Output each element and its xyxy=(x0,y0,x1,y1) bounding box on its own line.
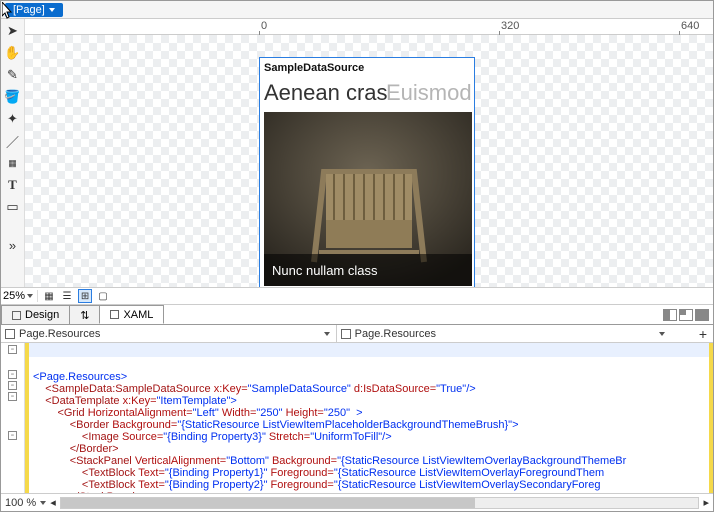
path-left-label: Page.Resources xyxy=(19,328,100,340)
hand-tool-icon[interactable]: ✋ xyxy=(5,45,21,61)
toolbox: ➤ ✋ ✎ 🪣 ✦ ／ ▦ T ▭ » xyxy=(1,19,25,287)
xaml-icon xyxy=(110,310,119,319)
fold-toggle[interactable]: - xyxy=(8,345,17,354)
element-icon xyxy=(5,329,15,339)
card-title-2: Euismod xyxy=(386,80,472,106)
path-right-label: Page.Resources xyxy=(355,328,436,340)
horizontal-scrollbar[interactable] xyxy=(60,497,700,509)
zoom-dropdown[interactable]: 25% xyxy=(3,290,38,302)
fold-toggle[interactable]: - xyxy=(8,381,17,390)
code-editor[interactable]: - - - - - <Page.Resources> <SampleData:S… xyxy=(1,343,713,493)
layout-split-h-icon[interactable] xyxy=(679,309,693,321)
page-chip-label: [Page] xyxy=(13,4,45,16)
grid-tool-icon[interactable]: ▦ xyxy=(5,155,21,171)
status-caret-left-icon[interactable]: ◂ xyxy=(50,496,56,509)
change-marker xyxy=(709,343,713,493)
chevron-down-icon xyxy=(49,8,55,12)
status-caret-right-icon[interactable]: ▸ xyxy=(703,496,709,509)
expand-toolbox-icon[interactable]: » xyxy=(5,237,21,253)
swap-panes-button[interactable]: ⇅ xyxy=(69,305,100,324)
path-right-dropdown[interactable]: Page.Resources xyxy=(337,328,672,340)
tab-design-label: Design xyxy=(25,309,59,321)
design-canvas[interactable]: 0 320 640 SampleDataSource Aenean cras E… xyxy=(25,19,713,287)
pane-layout-buttons xyxy=(663,305,713,324)
view-other-icon[interactable]: ▢ xyxy=(96,289,110,303)
layout-full-icon[interactable] xyxy=(695,309,709,321)
text-tool-icon[interactable]: T xyxy=(5,177,21,193)
bucket-tool-icon[interactable]: 🪣 xyxy=(5,89,21,105)
code-text[interactable]: <Page.Resources> <SampleData:SampleDataS… xyxy=(29,343,709,493)
pointer-tool-icon[interactable]: ➤ xyxy=(5,23,21,39)
card-overlay-text: Nunc nullam class xyxy=(264,254,472,286)
element-icon xyxy=(341,329,351,339)
view-tabs: Design ⇅ XAML xyxy=(1,305,713,325)
selected-element[interactable]: SampleDataSource Aenean cras Euismod Nun… xyxy=(259,57,475,287)
design-icon xyxy=(12,311,21,320)
fold-toggle[interactable]: - xyxy=(8,431,17,440)
zoom-value: 25% xyxy=(3,290,25,302)
add-button[interactable]: + xyxy=(695,326,711,342)
tab-xaml-label: XAML xyxy=(123,309,153,321)
path-left-dropdown[interactable]: Page.Resources xyxy=(1,328,336,340)
scrollbar-thumb[interactable] xyxy=(61,498,476,508)
brush-tool-icon[interactable]: ✎ xyxy=(5,67,21,83)
layout-split-v-icon[interactable] xyxy=(663,309,677,321)
tab-design[interactable]: Design xyxy=(1,305,70,324)
view-snap-icon[interactable]: ⊞ xyxy=(78,289,92,303)
canvas-options-bar: 25% ▦ ☰ ⊞ ▢ xyxy=(1,287,713,305)
status-zoom: 100 % xyxy=(5,497,36,509)
view-grid-icon[interactable]: ▦ xyxy=(42,289,56,303)
view-list-icon[interactable]: ☰ xyxy=(60,289,74,303)
tab-xaml[interactable]: XAML xyxy=(99,305,164,324)
fold-toggle[interactable]: - xyxy=(8,370,17,379)
xaml-path-bar: Page.Resources Page.Resources + xyxy=(1,325,713,343)
current-line-highlight xyxy=(29,343,709,357)
breadcrumb-bar: [Page] xyxy=(1,1,713,19)
fold-toggle[interactable]: - xyxy=(8,392,17,401)
ruler-horizontal: 0 320 640 xyxy=(25,19,713,35)
page-breadcrumb-chip[interactable]: [Page] xyxy=(5,3,63,17)
card-heading: SampleDataSource xyxy=(264,62,364,74)
chevron-down-icon xyxy=(40,501,46,505)
line-tool-icon[interactable]: ／ xyxy=(5,133,21,149)
wand-tool-icon[interactable]: ✦ xyxy=(5,111,21,127)
card-title-1: Aenean cras xyxy=(264,80,388,106)
status-bar: 100 % ◂ ▸ xyxy=(1,493,713,511)
chevron-down-icon xyxy=(27,294,33,298)
chevron-down-icon xyxy=(659,332,665,336)
chevron-down-icon xyxy=(324,332,330,336)
fold-gutter: - - - - - xyxy=(1,343,25,493)
rect-tool-icon[interactable]: ▭ xyxy=(5,199,21,215)
